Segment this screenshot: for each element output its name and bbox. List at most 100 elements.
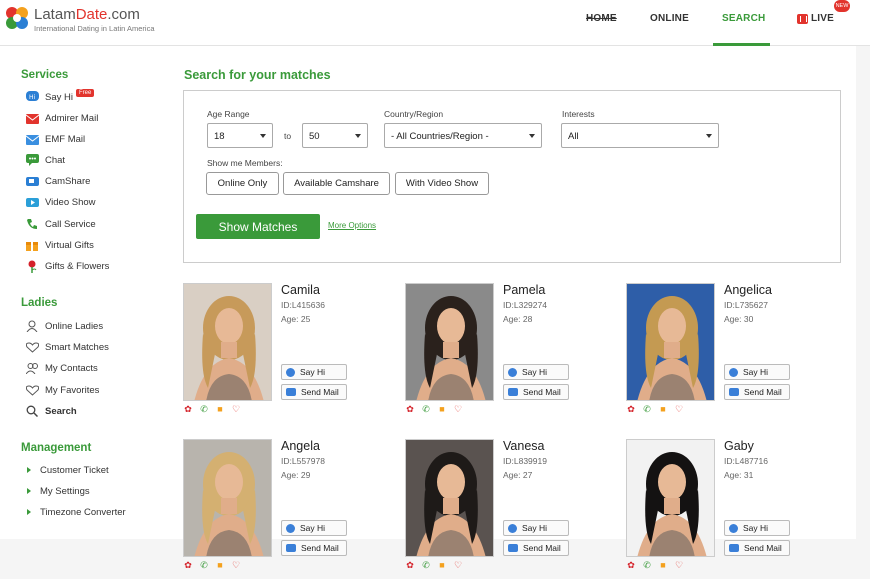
gift-icon xyxy=(25,238,39,252)
phone-icon[interactable]: ✆ xyxy=(421,404,431,414)
profile-photo[interactable] xyxy=(405,283,494,401)
profile-action-icons: ✿ ✆ ■ ♡ xyxy=(405,404,463,414)
profile-card: Camila ID:L415636 Age: 25 Say Hi Send Ma… xyxy=(183,283,403,423)
profile-name[interactable]: Angelica xyxy=(724,283,772,297)
gift-icon[interactable]: ■ xyxy=(215,404,225,414)
country-select[interactable]: - All Countries/Region - xyxy=(384,123,542,148)
gift-icon[interactable]: ■ xyxy=(658,404,668,414)
gift-icon[interactable]: ■ xyxy=(437,404,447,414)
sidebar-item-say-hi[interactable]: Hi Say Hi Free xyxy=(25,89,95,104)
say-hi-button[interactable]: Say Hi xyxy=(724,520,790,536)
sidebar-item-search[interactable]: Search xyxy=(25,404,77,418)
profile-name[interactable]: Pamela xyxy=(503,283,545,297)
sidebar-item-admirer-mail[interactable]: Admirer Mail xyxy=(25,111,98,125)
flower-icon[interactable]: ✿ xyxy=(626,404,636,414)
heart-icon[interactable]: ♡ xyxy=(231,404,241,414)
sidebar-item-video-show[interactable]: Video Show xyxy=(25,195,96,209)
chat-icon xyxy=(25,153,39,167)
new-badge: NEW xyxy=(834,0,850,12)
profile-name[interactable]: Vanesa xyxy=(503,439,544,453)
send-mail-button[interactable]: Send Mail xyxy=(503,540,569,556)
show-matches-button[interactable]: Show Matches xyxy=(196,214,320,239)
flower-icon[interactable]: ✿ xyxy=(405,560,415,570)
send-mail-button[interactable]: Send Mail xyxy=(503,384,569,400)
profile-age: Age: 29 xyxy=(281,470,311,480)
nav-online[interactable]: ONLINE xyxy=(650,13,689,24)
online-only-button[interactable]: Online Only xyxy=(206,172,279,195)
flower-icon[interactable]: ✿ xyxy=(405,404,415,414)
send-mail-button[interactable]: Send Mail xyxy=(281,384,347,400)
flower-icon[interactable]: ✿ xyxy=(626,560,636,570)
profile-photo[interactable] xyxy=(405,439,494,557)
say-hi-button[interactable]: Say Hi xyxy=(503,364,569,380)
say-hi-button[interactable]: Say Hi xyxy=(503,520,569,536)
sidebar-item-customer-ticket[interactable]: Customer Ticket xyxy=(25,463,109,477)
age-to-select[interactable]: 50 xyxy=(302,123,368,148)
nav-home[interactable]: HOME xyxy=(586,13,617,24)
sidebar: Services Hi Say Hi Free Admirer Mail EMF… xyxy=(0,46,170,539)
brand-tagline: International Dating in Latin America xyxy=(34,24,155,33)
sidebar-item-camshare[interactable]: CamShare xyxy=(25,174,90,188)
profile-id: ID:L557978 xyxy=(281,456,325,466)
profile-name[interactable]: Gaby xyxy=(724,439,754,453)
gift-icon[interactable]: ■ xyxy=(215,560,225,570)
nav-live[interactable]: LIVE xyxy=(797,13,834,24)
send-mail-button[interactable]: Send Mail xyxy=(724,540,790,556)
sidebar-item-chat[interactable]: Chat xyxy=(25,153,65,167)
available-camshare-button[interactable]: Available Camshare xyxy=(283,172,390,195)
heart-icon[interactable]: ♡ xyxy=(231,560,241,570)
profile-age: Age: 28 xyxy=(503,314,533,324)
sidebar-item-timezone-converter[interactable]: Timezone Converter xyxy=(25,505,126,519)
interests-select[interactable]: All xyxy=(561,123,719,148)
sidebar-item-my-settings[interactable]: My Settings xyxy=(25,484,90,498)
say-hi-button[interactable]: Say Hi xyxy=(281,520,347,536)
phone-icon[interactable]: ✆ xyxy=(199,560,209,570)
country-label: Country/Region xyxy=(384,109,444,119)
to-label: to xyxy=(284,131,292,141)
sidebar-item-smart-matches[interactable]: Smart Matches xyxy=(25,340,109,354)
profile-name[interactable]: Angela xyxy=(281,439,320,453)
profile-name[interactable]: Camila xyxy=(281,283,320,297)
send-mail-button[interactable]: Send Mail xyxy=(281,540,347,556)
profile-card: Pamela ID:L329274 Age: 28 Say Hi Send Ma… xyxy=(405,283,625,423)
phone-icon[interactable]: ✆ xyxy=(421,560,431,570)
contacts-icon xyxy=(25,361,39,375)
flower-icon[interactable]: ✿ xyxy=(183,560,193,570)
profile-photo[interactable] xyxy=(183,439,272,557)
with-video-show-button[interactable]: With Video Show xyxy=(395,172,489,195)
gift-icon[interactable]: ■ xyxy=(437,560,447,570)
search-icon xyxy=(25,404,39,418)
phone-icon[interactable]: ✆ xyxy=(642,404,652,414)
heart-icon[interactable]: ♡ xyxy=(453,404,463,414)
svg-text:Hi: Hi xyxy=(29,94,36,101)
flower-icon[interactable]: ✿ xyxy=(183,404,193,414)
sidebar-item-gifts-flowers[interactable]: Gifts & Flowers xyxy=(25,259,109,273)
age-from-select[interactable]: 18 xyxy=(207,123,273,148)
sidebar-item-emf-mail[interactable]: EMF Mail xyxy=(25,132,85,146)
say-hi-icon xyxy=(286,523,295,533)
brand-name[interactable]: LatamDate.com xyxy=(34,6,140,23)
say-hi-button[interactable]: Say Hi xyxy=(724,364,790,380)
phone-icon[interactable]: ✆ xyxy=(642,560,652,570)
profile-photo[interactable] xyxy=(626,283,715,401)
sidebar-item-virtual-gifts[interactable]: Virtual Gifts xyxy=(25,238,94,252)
heart-icon[interactable]: ♡ xyxy=(453,560,463,570)
send-mail-button[interactable]: Send Mail xyxy=(724,384,790,400)
phone-icon[interactable]: ✆ xyxy=(199,404,209,414)
sidebar-item-online-ladies[interactable]: Online Ladies xyxy=(25,319,103,333)
more-options-link[interactable]: More Options xyxy=(328,221,376,230)
interests-label: Interests xyxy=(562,109,595,119)
person-icon xyxy=(25,319,39,333)
say-hi-icon xyxy=(729,523,738,533)
sidebar-item-my-contacts[interactable]: My Contacts xyxy=(25,361,98,375)
heart-icon[interactable]: ♡ xyxy=(674,560,684,570)
heart-icon[interactable]: ♡ xyxy=(674,404,684,414)
gift-icon[interactable]: ■ xyxy=(658,560,668,570)
sidebar-item-my-favorites[interactable]: My Favorites xyxy=(25,383,99,397)
profile-photo[interactable] xyxy=(626,439,715,557)
profile-photo[interactable] xyxy=(183,283,272,401)
sidebar-item-call-service[interactable]: Call Service xyxy=(25,217,96,231)
say-hi-button[interactable]: Say Hi xyxy=(281,364,347,380)
logo-icon[interactable] xyxy=(3,4,31,32)
nav-search[interactable]: SEARCH xyxy=(722,13,765,24)
